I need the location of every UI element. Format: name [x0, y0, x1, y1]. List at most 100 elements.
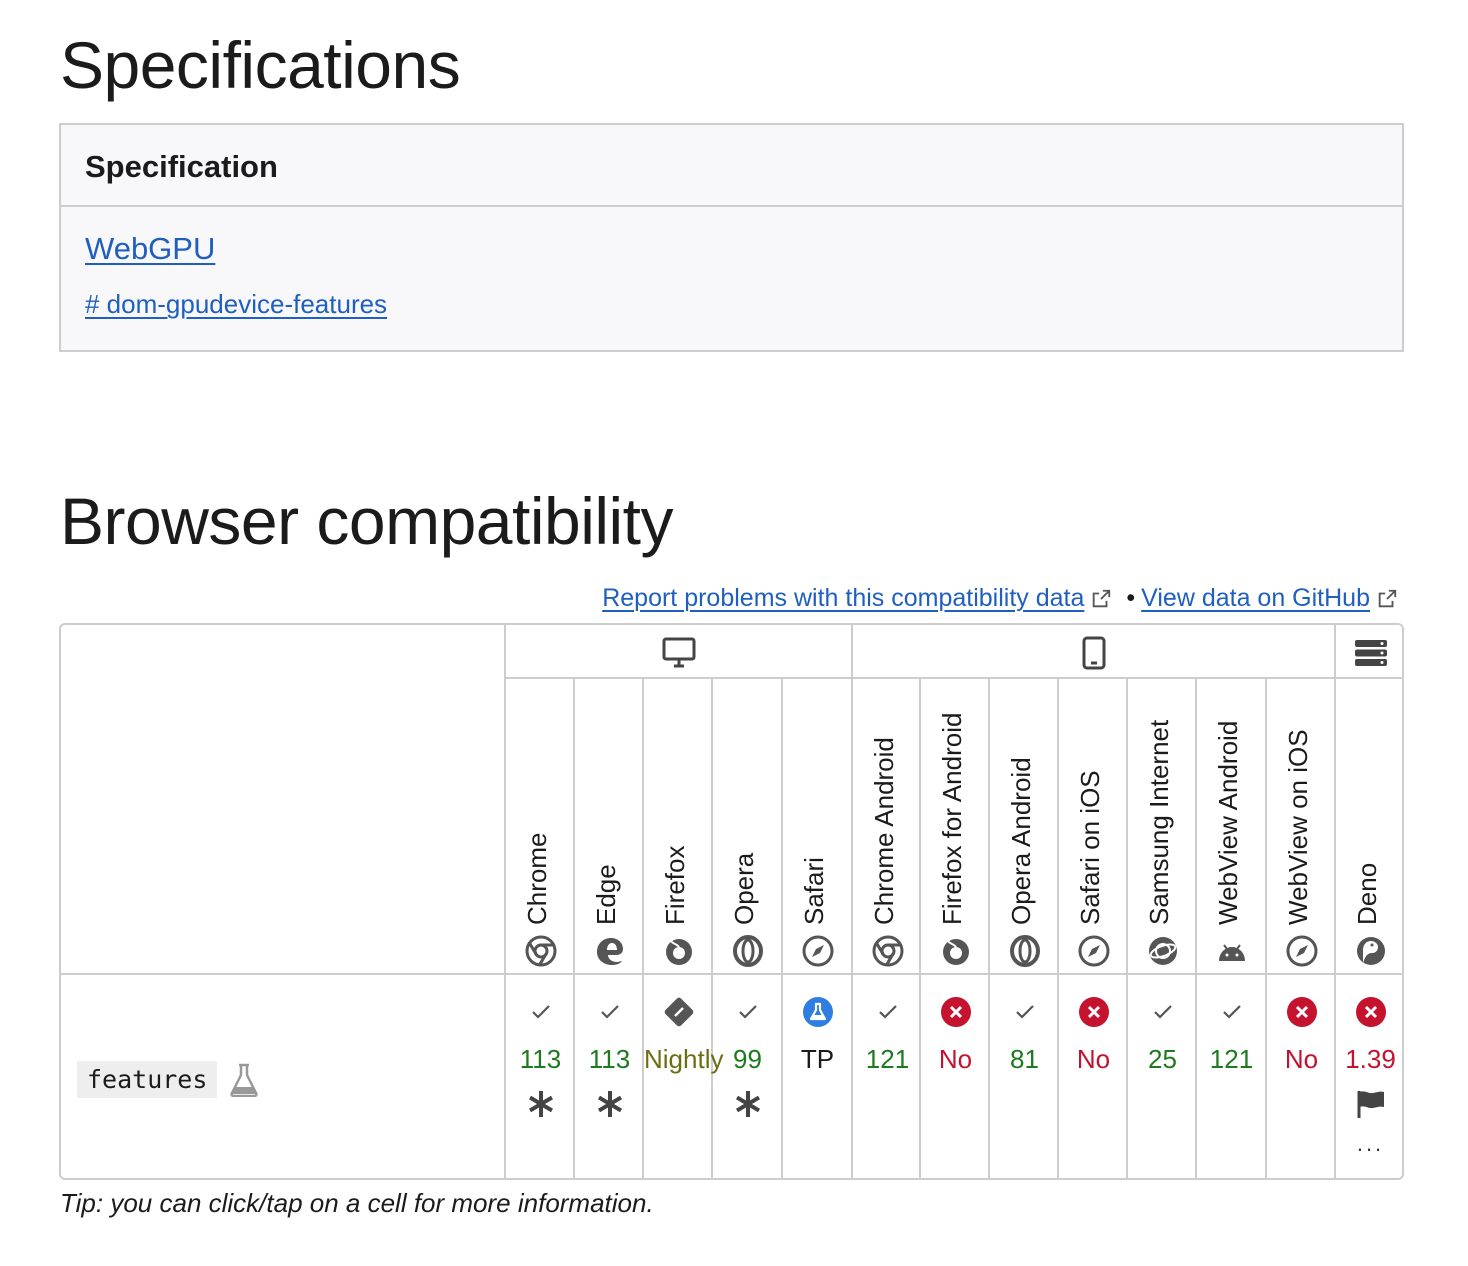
support-cell-webview-android[interactable]: 121	[1197, 977, 1266, 1178]
tip-text: Tip: you can click/tap on a cell for mor…	[60, 1188, 654, 1218]
more-icon: ...	[1356, 1131, 1385, 1156]
browser-name: Edge	[590, 864, 621, 925]
support-version: TP	[800, 1044, 835, 1074]
support-version: 81	[1010, 1044, 1039, 1074]
support-cell-edge[interactable]: 113	[575, 977, 644, 1178]
support-cell-webview-on-ios[interactable]: No	[1267, 977, 1336, 1178]
support-cell-chrome-android[interactable]: 121	[853, 977, 922, 1178]
browser-header-chrome: Chrome	[506, 679, 575, 975]
external-link-icon	[1093, 589, 1111, 607]
browser-name: Samsung Internet	[1143, 719, 1174, 925]
samsung-internet-logo-icon	[1147, 935, 1179, 967]
support-version: 25	[1148, 1044, 1177, 1074]
browser-name: WebView Android	[1212, 720, 1243, 925]
specifications-heading: Specifications	[60, 28, 461, 102]
support-version: 113	[519, 1044, 562, 1074]
browser-name: Chrome Android	[868, 737, 899, 925]
browser-header-webview-on-ios: WebView on iOS	[1267, 679, 1336, 975]
view-on-github-link[interactable]: View data on GitHub	[1141, 584, 1370, 613]
support-version: 1.39	[1345, 1044, 1396, 1074]
chrome-android-logo-icon	[872, 935, 904, 967]
technology-preview-icon	[801, 995, 835, 1029]
check-icon	[1008, 995, 1042, 1029]
preview-icon	[662, 995, 696, 1029]
asterisk-icon	[735, 1091, 760, 1117]
no-support-icon	[1285, 995, 1319, 1029]
browser-header-deno: Deno	[1336, 679, 1402, 975]
support-cell-firefox-for-android[interactable]: No	[921, 977, 990, 1178]
check-icon	[731, 995, 765, 1029]
mobile-icon	[853, 633, 1334, 673]
opera-android-logo-icon	[1009, 935, 1041, 967]
browser-name: Safari	[798, 857, 829, 925]
check-icon	[871, 995, 905, 1029]
support-version: 99	[733, 1044, 762, 1074]
check-icon	[1146, 995, 1180, 1029]
browser-name: Opera Android	[1005, 757, 1036, 925]
desktop-icon	[506, 633, 851, 673]
report-problems-link[interactable]: Report problems with this compatibility …	[602, 584, 1084, 613]
asterisk-icon	[597, 1091, 622, 1117]
browser-header-webview-android: WebView Android	[1197, 679, 1266, 975]
chrome-logo-icon	[525, 935, 557, 967]
browser-name: Safari on iOS	[1074, 770, 1105, 925]
support-version: 121	[1209, 1044, 1254, 1074]
asterisk-icon	[528, 1091, 553, 1117]
support-cell-samsung-internet[interactable]: 25	[1128, 977, 1197, 1178]
experimental-flask-icon	[230, 1063, 259, 1097]
browser-header-safari-on-ios: Safari on iOS	[1059, 679, 1128, 975]
support-version: No	[938, 1044, 973, 1074]
spec-anchor-link[interactable]: # dom-gpudevice-features	[85, 289, 1402, 320]
browser-header-firefox: Firefox	[644, 679, 713, 975]
report-links: Report problems with this compatibility …	[602, 584, 1406, 613]
browser-name: Deno	[1351, 862, 1382, 925]
support-cell-chrome[interactable]: 113	[506, 977, 575, 1178]
browser-name: Firefox for Android	[936, 712, 967, 925]
no-support-icon	[939, 995, 973, 1029]
support-cell-deno[interactable]: 1.39...	[1336, 977, 1402, 1178]
compat-table: Chrome Edge Firefox Opera Safari Chrome Andro…	[59, 623, 1404, 1180]
specification-table: Specification WebGPU # dom-gpudevice-fea…	[59, 123, 1404, 352]
webview-android-logo-icon	[1216, 935, 1248, 967]
deno-logo-icon	[1355, 935, 1387, 967]
browser-header-chrome-android: Chrome Android	[853, 679, 922, 975]
support-version: 121	[865, 1044, 910, 1074]
support-version: No	[1076, 1044, 1111, 1074]
browser-header-samsung-internet: Samsung Internet	[1128, 679, 1197, 975]
external-link-icon	[1378, 589, 1397, 607]
edge-logo-icon	[594, 935, 626, 967]
safari-logo-icon	[802, 935, 834, 967]
support-cell-opera-android[interactable]: 81	[990, 977, 1059, 1178]
support-cell-safari-on-ios[interactable]: No	[1059, 977, 1128, 1178]
browser-header-safari: Safari	[783, 679, 852, 975]
support-cell-firefox[interactable]: Nightly	[644, 977, 724, 1178]
support-version: 113	[588, 1044, 631, 1074]
browser-name: Chrome	[521, 832, 552, 925]
browser-name: Opera	[728, 852, 759, 925]
link-separator: •	[1126, 584, 1136, 612]
spec-link-webgpu[interactable]: WebGPU	[85, 231, 1402, 267]
check-icon	[1215, 995, 1249, 1029]
no-support-icon	[1354, 995, 1388, 1029]
safari-on-ios-logo-icon	[1078, 935, 1110, 967]
browser-header-edge: Edge	[575, 679, 644, 975]
server-icon	[1336, 633, 1402, 673]
support-cell-opera[interactable]: 99	[713, 977, 782, 1178]
browser-name: Firefox	[659, 845, 690, 925]
check-icon	[593, 995, 627, 1029]
webview-on-ios-logo-icon	[1286, 935, 1318, 967]
feature-name-cell[interactable]: features	[77, 1061, 259, 1098]
opera-logo-icon	[732, 935, 764, 967]
browser-compatibility-heading: Browser compatibility	[60, 484, 674, 558]
support-cell-safari[interactable]: TP	[783, 977, 852, 1178]
browser-header-firefox-for-android: Firefox for Android	[921, 679, 990, 975]
specification-column-header: Specification	[61, 125, 1402, 207]
browser-name: WebView on iOS	[1282, 729, 1313, 925]
no-support-icon	[1077, 995, 1111, 1029]
browser-header-opera: Opera	[713, 679, 782, 975]
support-version: Nightly	[644, 1044, 724, 1074]
browser-header-opera-android: Opera Android	[990, 679, 1059, 975]
firefox-for-android-logo-icon	[940, 935, 972, 967]
check-icon	[524, 995, 558, 1029]
feature-name: features	[77, 1061, 218, 1098]
